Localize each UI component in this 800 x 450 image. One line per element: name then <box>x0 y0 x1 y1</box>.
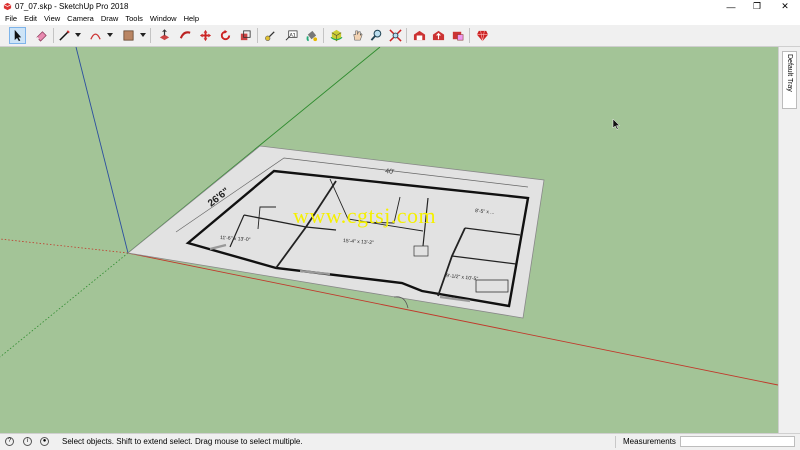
svg-text:A1: A1 <box>290 32 296 38</box>
extension-warehouse-icon <box>452 31 464 41</box>
status-message: Select objects. Shift to extend select. … <box>62 437 303 446</box>
line-tool-button[interactable] <box>56 27 73 44</box>
menu-file[interactable]: File <box>3 13 22 25</box>
menu-help[interactable]: Help <box>182 13 204 25</box>
blue-axis <box>75 47 129 254</box>
menu-draw[interactable]: Draw <box>99 13 124 25</box>
zoom-extents-tool-button[interactable] <box>387 27 404 44</box>
rectangle-icon <box>123 30 134 41</box>
scale-icon <box>240 30 251 41</box>
3d-warehouse-button[interactable] <box>411 27 428 44</box>
paint-bucket-icon <box>306 30 318 42</box>
default-tray-panel: Default Tray <box>778 47 800 433</box>
text-tool-button[interactable]: A1 <box>283 27 300 44</box>
arc-icon <box>90 33 101 40</box>
move-icon <box>199 29 212 42</box>
push-pull-tool-button[interactable] <box>156 27 173 44</box>
warehouse-icon <box>413 30 426 41</box>
line-icon <box>59 30 70 41</box>
extension-warehouse-button[interactable] <box>449 27 466 44</box>
tape-measure-tool-button[interactable] <box>262 27 279 44</box>
menu-bar: File Edit View Camera Draw Tools Window … <box>0 13 800 25</box>
menu-edit[interactable]: Edit <box>22 13 42 25</box>
minimize-button[interactable]: — <box>718 0 744 13</box>
arc-dropdown-caret[interactable] <box>107 33 113 37</box>
follow-me-icon <box>179 31 191 39</box>
ruby-console-button[interactable] <box>474 27 491 44</box>
scale-tool-button[interactable] <box>237 27 254 44</box>
rotate-tool-button[interactable] <box>217 27 234 44</box>
paint-bucket-tool-button[interactable] <box>303 27 320 44</box>
move-tool-button[interactable] <box>197 27 214 44</box>
shape-dropdown-caret[interactable] <box>140 33 146 37</box>
red-axis-dotted <box>0 238 129 254</box>
tape-measure-icon <box>265 31 275 41</box>
zoom-icon <box>370 29 382 41</box>
zoom-extents-icon <box>389 29 402 42</box>
line-dropdown-caret[interactable] <box>75 33 81 37</box>
geolocation-icon[interactable]: ? <box>5 437 14 446</box>
menu-camera[interactable]: Camera <box>65 13 99 25</box>
select-icon <box>14 29 22 42</box>
default-tray-label: Default Tray <box>786 54 793 92</box>
maximize-button[interactable]: ❐ <box>744 0 770 13</box>
mouse-cursor-icon <box>612 118 620 130</box>
instructor-icon[interactable]: ● <box>40 437 49 446</box>
share-model-button[interactable] <box>430 27 447 44</box>
orbit-icon <box>330 29 343 42</box>
menu-view[interactable]: View <box>42 13 65 25</box>
window-title: 07_07.skp - SketchUp Pro 2018 <box>15 2 129 11</box>
modeling-viewport[interactable]: 40' 26'6" 11'-6" x 13'-0" 15'-4" x 13'-2… <box>0 47 778 433</box>
text-icon: A1 <box>285 30 298 41</box>
title-bar: 07_07.skp - SketchUp Pro 2018 — ❐ ✕ <box>0 0 800 13</box>
follow-me-tool-button[interactable] <box>177 27 194 44</box>
sketchup-logo-icon <box>3 2 12 11</box>
rotate-icon <box>220 29 231 41</box>
eraser-tool-button[interactable] <box>33 27 50 44</box>
pan-tool-button[interactable] <box>349 27 366 44</box>
scene: 40' 26'6" 11'-6" x 13'-0" 15'-4" x 13'-2… <box>0 47 778 386</box>
close-button[interactable]: ✕ <box>772 0 798 13</box>
rectangle-tool-button[interactable] <box>120 27 137 44</box>
menu-window[interactable]: Window <box>148 13 182 25</box>
status-bar: ? i ● Select objects. Shift to extend se… <box>0 433 800 450</box>
menu-tools[interactable]: Tools <box>123 13 148 25</box>
push-pull-icon <box>159 29 170 41</box>
arc-tool-button[interactable] <box>87 27 104 44</box>
getting-started-toolbar: A1 <box>0 25 800 47</box>
ruby-icon <box>476 30 489 42</box>
eraser-icon <box>36 31 47 42</box>
zoom-tool-button[interactable] <box>368 27 385 44</box>
select-tool-button[interactable] <box>9 27 26 44</box>
watermark-text: www.cgtsj.com <box>293 203 437 228</box>
credits-icon[interactable]: i <box>23 437 32 446</box>
measurements-label: Measurements <box>623 437 676 446</box>
status-divider <box>615 436 616 448</box>
pan-icon <box>353 30 363 41</box>
dimension-top-label: 40' <box>385 168 395 176</box>
measurements-input[interactable] <box>680 436 795 447</box>
default-tray-tab[interactable]: Default Tray <box>782 51 797 109</box>
orbit-tool-button[interactable] <box>328 27 345 44</box>
green-axis-dotted <box>0 252 129 358</box>
share-model-icon <box>432 30 445 41</box>
